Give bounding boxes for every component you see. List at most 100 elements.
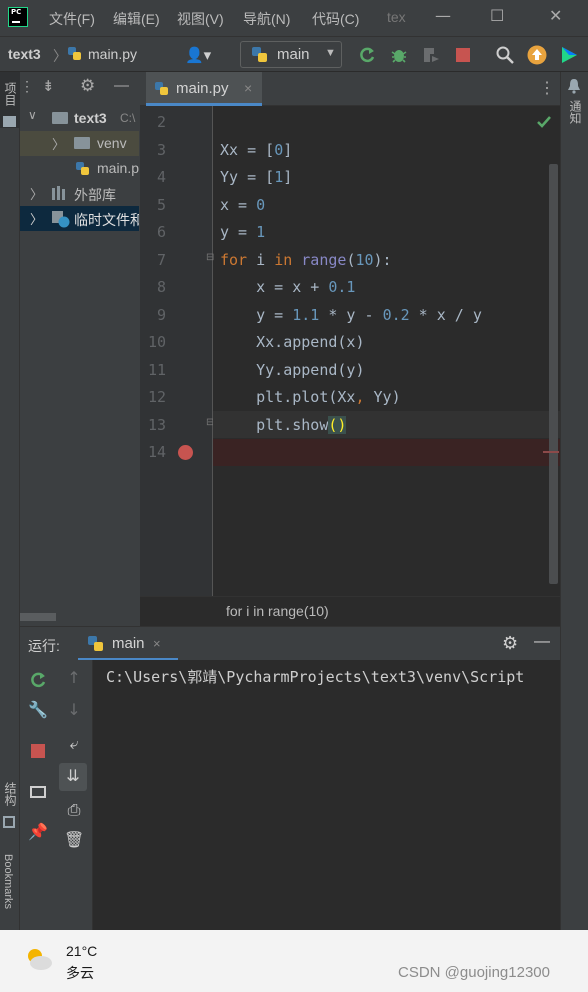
line-number[interactable]: 7 [140,251,166,269]
code-line: Xx.append(x) [220,333,365,351]
stop-icon[interactable] [31,744,45,758]
debug-icon[interactable] [389,45,409,65]
trash-icon[interactable]: 🗑 [64,830,84,850]
menu-navigate[interactable]: 导航(N) [243,9,290,29]
scratches-icon [52,211,70,228]
more-options-icon[interactable]: ⋮ [539,78,555,98]
user-icon[interactable]: 👤▾ [185,46,211,64]
bell-icon[interactable] [567,78,581,94]
line-number[interactable]: 12 [140,388,166,406]
menu-view[interactable]: 视图(V) [177,9,224,29]
collapse-all-icon[interactable]: ⇟ [42,77,55,95]
run-config-selector[interactable]: main ▼ [240,41,342,68]
windows-taskbar: 21°C 多云 CSDN @guojing12300 [0,930,588,992]
vertical-scrollbar[interactable] [549,164,558,584]
line-number[interactable]: 13 [140,416,166,434]
tree-item-path: C:\ [120,111,136,125]
code-line: y = 1.1 * y - 0.2 * x / y [220,305,482,324]
maximize-button[interactable]: ☐ [490,6,504,25]
error-stripe-mark [543,451,559,453]
pin-icon[interactable]: 📌 [28,822,48,842]
menu-file[interactable]: 文件(F) [49,9,95,29]
hide-icon[interactable]: — [534,633,550,651]
code-line: y = 1 [220,223,266,241]
run-console[interactable]: C:\Users\郭靖\PycharmProjects\text3\venv\S… [93,660,560,930]
rerun-icon[interactable] [357,45,377,65]
python-icon [252,47,267,62]
close-icon[interactable]: × [244,80,252,96]
window-title: tex [387,9,406,25]
folder-icon [52,112,68,124]
layout-icon[interactable] [30,786,46,798]
weather-condition[interactable]: 多云 [66,963,94,983]
structure-icon [3,816,15,828]
wrench-icon[interactable]: 🔧 [28,700,48,720]
inspection-ok-icon[interactable] [537,116,551,128]
print-icon[interactable]: ⎙ [64,800,84,820]
breadcrumb-project[interactable]: text3 [8,46,41,62]
rerun-icon[interactable] [28,670,48,690]
code-breadcrumb-bar: for i in range(10) [140,596,560,626]
project-tool-tab[interactable]: 项目 [2,82,19,106]
code-breadcrumb[interactable]: for i in range(10) [226,603,329,619]
gear-icon[interactable]: ⚙ [502,633,518,654]
hide-icon[interactable]: — [114,77,129,94]
python-file-icon [155,82,168,95]
tree-item-label: venv [97,135,127,151]
partly-cloudy-icon[interactable] [24,946,54,972]
arrow-down-icon[interactable]: ↓ [64,700,84,720]
code-line: Xx = [0] [220,140,293,159]
tree-item-external-libraries[interactable]: 〉 外部库 [20,181,139,206]
tree-item-label: 临时文件和 [74,212,139,228]
scroll-to-end-toggle[interactable]: ⇊ [59,763,87,791]
soft-wrap-icon[interactable]: ⤶ [64,734,84,754]
line-number[interactable]: 11 [140,361,166,379]
right-tool-stripe: 通知 [560,72,588,930]
code-with-me-icon[interactable] [559,45,579,65]
fold-icon[interactable]: ⊟ [206,252,214,263]
line-number[interactable]: 6 [140,223,166,241]
tab-run-main[interactable]: main × [78,627,178,661]
search-icon[interactable] [495,45,515,65]
coverage-icon[interactable] [421,45,441,65]
stop-icon[interactable] [453,45,473,65]
breakpoint-icon[interactable] [178,445,193,460]
line-number[interactable]: 14 [140,443,166,461]
code-line: Yy.append(y) [220,360,365,379]
close-button[interactable]: ✕ [549,6,562,25]
tab-main-py[interactable]: main.py × [146,72,262,106]
line-number[interactable]: 5 [140,196,166,214]
weather-temperature[interactable]: 21°C [66,943,97,959]
python-file-icon [76,162,89,175]
structure-tool-tab[interactable]: 结构 [2,782,19,806]
tree-item-text3[interactable]: ∨ text3 C:\ [20,106,139,131]
close-icon[interactable]: × [153,636,161,651]
minimize-button[interactable]: — [435,6,451,25]
tree-item-venv[interactable]: 〉 venv [20,131,139,156]
update-icon[interactable] [527,45,547,65]
menu-code[interactable]: 代码(C) [312,9,359,29]
breadcrumb-file[interactable]: main.py [88,46,137,62]
line-number[interactable]: 9 [140,306,166,324]
code-editor[interactable]: 2 3 4 5 6 7 8 9 10 11 12 13 14 ⊟ ⊟ Xx = [0] Yy = [1] x… [140,106,560,596]
line-number[interactable]: 10 [140,333,166,351]
horizontal-scrollbar[interactable] [20,613,56,621]
line-number[interactable]: 2 [140,113,166,131]
gear-icon[interactable]: ⚙ [80,76,95,96]
title-bar: PC 文件(F) 编辑(E) 视图(V) 导航(N) 代码(C) tex — ☐… [0,0,588,36]
tree-item-scratches[interactable]: 〉 临时文件和 [20,206,139,231]
run-panel-header: 运行: main × ⚙ — [20,626,560,661]
code-line: for i in range(10): [220,250,392,269]
line-number[interactable]: 3 [140,141,166,159]
arrow-up-icon[interactable]: ↑ [64,668,84,688]
collapse-icon[interactable]: ⋮ [20,78,34,95]
notifications-tool-tab[interactable]: 通知 [567,100,584,124]
line-number[interactable]: 8 [140,278,166,296]
watermark: CSDN @guojing12300 [398,964,550,981]
run-tab-label: main [112,635,145,652]
folder-icon [74,137,90,149]
menu-edit[interactable]: 编辑(E) [113,9,160,29]
bookmarks-tool-tab[interactable]: Bookmarks [2,854,14,909]
tree-item-main-py[interactable]: main.py [20,156,139,181]
line-number[interactable]: 4 [140,168,166,186]
